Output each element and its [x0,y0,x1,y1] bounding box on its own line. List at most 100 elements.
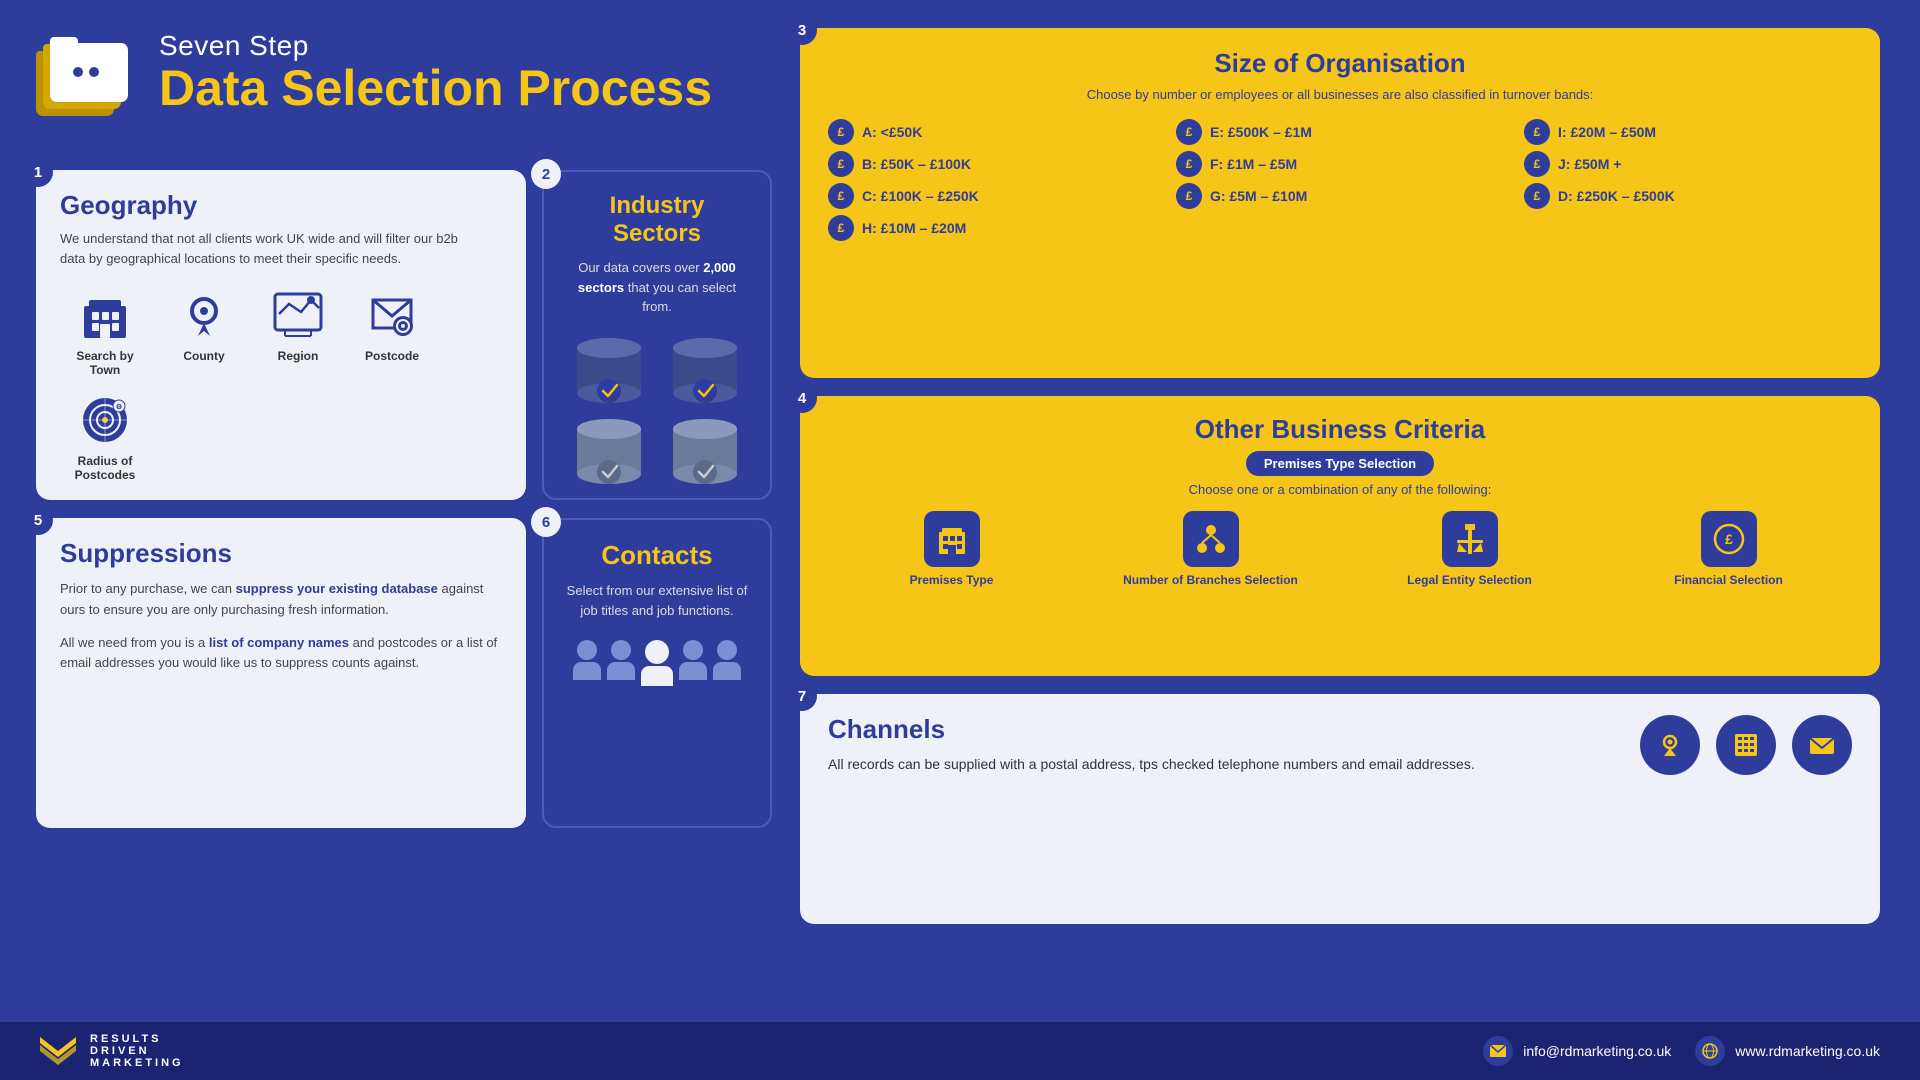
step1-geography-card: 1 Geography We understand that not all c… [36,170,526,500]
step3-title: Size of Organisation [828,48,1852,79]
branches-icon [1183,511,1239,567]
email-text: info@rdmarketing.co.uk [1523,1043,1671,1059]
geo-postcode-label: Postcode [365,349,419,363]
financial-svg: £ [1712,522,1746,556]
geo-postcode: Postcode [352,286,432,377]
postcode-icon [363,286,421,344]
step7-text: Channels All records can be supplied wit… [828,714,1475,775]
bands-grid: £ A: <£50K £ E: £500K – £1M £ I: £20M – … [828,119,1852,241]
step4-desc: Choose one or a combination of any of th… [828,482,1852,497]
step6-card-inner: 6 Contacts Select from our extensive lis… [542,518,772,828]
step5-card: 5 Suppressions Prior to any purchase, we… [36,518,526,828]
brand-line2: DRIVEN [90,1045,184,1057]
person-2 [607,640,635,686]
step2-desc: Our data covers over 2,000 sectors that … [564,258,750,317]
step7-title: Channels [828,714,1475,745]
chevron-logo [40,1037,76,1065]
geo-town-label: Search by Town [60,349,150,377]
step3-card-inner: 3 Size of Organisation Choose by number … [800,28,1880,378]
database-icon-2 [660,333,750,408]
step2-card-inner: 2 Industry Sectors Our data covers over … [542,170,772,500]
step4-badge: 4 [787,383,817,413]
svg-text:⚙: ⚙ [116,403,122,411]
radius-icon: ⚙ [76,391,134,449]
band-C: £ C: £100K – £250K [828,183,1156,209]
step5-desc2: All we need from you is a list of compan… [60,633,502,675]
email-footer-icon [1483,1036,1513,1066]
step5-desc1: Prior to any purchase, we can suppress y… [60,579,502,621]
website-contact: www.rdmarketing.co.uk [1695,1036,1880,1066]
brand-line1: RESULTS [90,1033,184,1045]
step2-industry-card: 2 Industry Sectors Our data covers over … [542,170,772,500]
step6-card: 6 Contacts Select from our extensive lis… [542,518,772,828]
band-J: £ J: £50M + [1524,151,1852,177]
geo-town: Search by Town [60,286,150,377]
step4-card-inner: 4 Other Business Criteria Premises Type … [800,396,1880,676]
step1-card-inner: 1 Geography We understand that not all c… [36,170,526,500]
globe-footer-icon [1695,1036,1725,1066]
criteria-legal: Legal Entity Selection [1346,511,1593,587]
person-5 [713,640,741,686]
building-icon [935,522,969,556]
header-folder-icon [36,28,141,116]
geo-radius: ⚙ Radius of Postcodes [60,391,150,482]
db-icons [564,333,750,489]
criteria-branches-label: Number of Branches Selection [1123,573,1298,587]
legal-svg [1453,522,1487,556]
header-subtitle: Seven Step [159,30,712,62]
criteria-financial: £ Financial Selection [1605,511,1852,587]
town-icon [76,286,134,344]
channel-location-icon [1640,715,1700,775]
channel-email-icon [1792,715,1852,775]
brand-line3: MARKETING [90,1057,184,1069]
step7-desc: All records can be supplied with a posta… [828,753,1475,775]
header-title: Data Selection Process [159,62,712,115]
band-H: £ H: £10M – £20M [828,215,1156,241]
geo-options: Search by Town County [60,286,502,482]
band-A: £ A: <£50K [828,119,1156,145]
criteria-icons-row: Premises Type Number of Branches Selecti [828,511,1852,587]
header-titles: Seven Step Data Selection Process [159,30,712,115]
step3-card: 3 Size of Organisation Choose by number … [800,28,1880,378]
footer: RESULTS DRIVEN MARKETING info@rdmarketin… [0,1022,1920,1080]
step3-badge: 3 [787,15,817,45]
location-icon [1655,730,1685,760]
band-D: £ D: £250K – £500K [1524,183,1852,209]
step2-title: Industry Sectors [564,192,750,248]
database-icon-3 [564,414,654,489]
step7-content: Channels All records can be supplied wit… [828,714,1852,775]
financial-icon: £ [1701,511,1757,567]
branches-svg [1194,522,1228,556]
geo-region: Region [258,286,338,377]
step3-desc: Choose by number or employees or all bus… [828,85,1852,105]
criteria-branches: Number of Branches Selection [1087,511,1334,587]
person-4 [679,640,707,686]
step5-title: Suppressions [60,538,502,569]
criteria-financial-label: Financial Selection [1674,573,1783,587]
step2-badge: 2 [531,159,561,189]
premises-badge: Premises Type Selection [1246,451,1434,476]
criteria-premises: Premises Type [828,511,1075,587]
criteria-premises-label: Premises Type [910,573,994,587]
step7-card-inner: 7 Channels All records can be supplied w… [800,694,1880,924]
step1-badge: 1 [23,157,53,187]
step7-badge: 7 [787,681,817,711]
region-icon [269,286,327,344]
header: Seven Step Data Selection Process [36,28,712,116]
geo-county-label: County [183,349,224,363]
phone-icon [1731,730,1761,760]
geo-region-label: Region [278,349,319,363]
band-I: £ I: £20M – £50M [1524,119,1852,145]
legal-icon [1442,511,1498,567]
globe-footer-svg [1702,1043,1718,1059]
county-icon [175,286,233,344]
person-1 [573,640,601,686]
channel-phone-icon [1716,715,1776,775]
criteria-legal-label: Legal Entity Selection [1407,573,1532,587]
band-F: £ F: £1M – £5M [1176,151,1504,177]
step5-badge: 5 [23,505,53,535]
premises-icon [924,511,980,567]
email-contact: info@rdmarketing.co.uk [1483,1036,1671,1066]
premises-badge-wrapper: Premises Type Selection [828,451,1852,476]
band-E: £ E: £500K – £1M [1176,119,1504,145]
